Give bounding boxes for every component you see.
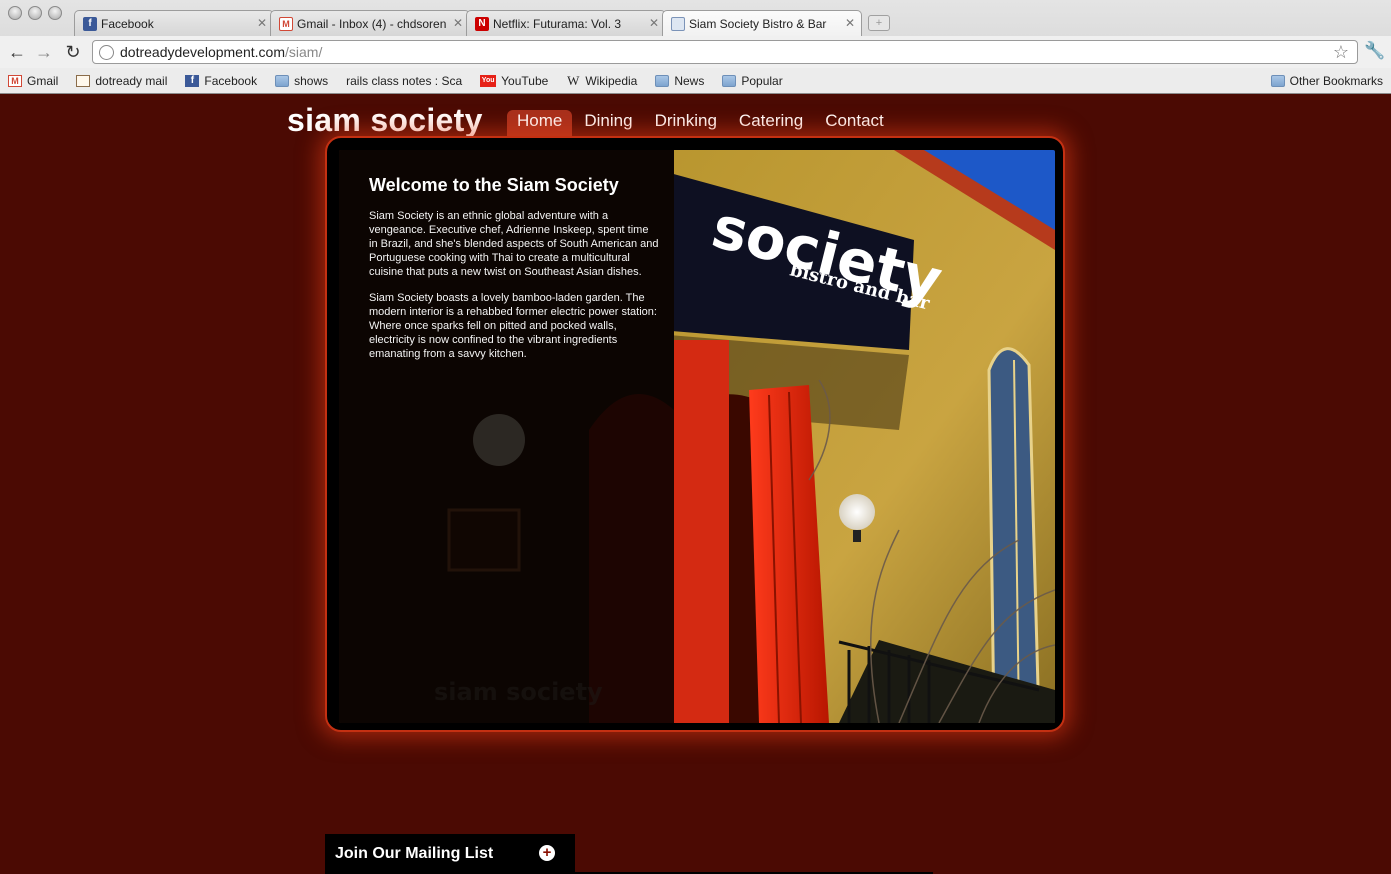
wikipedia-icon: W bbox=[567, 72, 580, 88]
tab-gmail[interactable]: M Gmail - Inbox (4) - chdsoren ✕ bbox=[270, 10, 470, 36]
browser-toolbar: ← → ↻ dotreadydevelopment.com/siam/ ☆ 🔧 bbox=[0, 36, 1391, 68]
hero-photo: society bistro and bar Welcome to the Si… bbox=[339, 150, 1055, 723]
tab-title: Facebook bbox=[101, 16, 154, 31]
tab-strip: f Facebook ✕ M Gmail - Inbox (4) - chdso… bbox=[74, 10, 890, 36]
main-nav: Home Dining Drinking Catering Contact bbox=[507, 110, 896, 136]
wrench-icon[interactable]: 🔧 bbox=[1364, 41, 1385, 61]
folder-icon bbox=[1270, 74, 1285, 87]
bookmark-label: Popular bbox=[741, 73, 783, 88]
browser-chrome: f Facebook ✕ M Gmail - Inbox (4) - chdso… bbox=[0, 0, 1391, 175]
forward-arrow-icon[interactable]: → bbox=[34, 42, 54, 62]
url-path: /siam/ bbox=[285, 44, 323, 60]
window-controls bbox=[8, 6, 62, 20]
nav-home[interactable]: Home bbox=[507, 110, 573, 136]
close-icon[interactable]: ✕ bbox=[649, 16, 659, 30]
welcome-paragraph-1: Siam Society is an ethnic global adventu… bbox=[369, 210, 659, 278]
reload-icon[interactable]: ↻ bbox=[63, 42, 83, 62]
tab-siam-society[interactable]: Siam Society Bistro & Bar ✕ bbox=[662, 10, 862, 36]
tab-facebook[interactable]: f Facebook ✕ bbox=[74, 10, 274, 36]
bookmark-label: Other Bookmarks bbox=[1289, 73, 1383, 88]
bookmark-news[interactable]: News bbox=[655, 74, 704, 88]
welcome-text-block: Welcome to the Siam Society Siam Society… bbox=[369, 175, 659, 373]
nav-drinking[interactable]: Drinking bbox=[645, 110, 727, 136]
close-icon[interactable]: ✕ bbox=[453, 16, 463, 30]
tab-title: Netflix: Futurama: Vol. 3 bbox=[493, 16, 622, 31]
close-icon[interactable]: ✕ bbox=[845, 16, 855, 30]
zoom-window-button[interactable] bbox=[48, 6, 62, 20]
bookmark-dotready-mail[interactable]: dotready mail bbox=[76, 74, 167, 88]
folder-icon bbox=[655, 74, 670, 87]
bookmark-label: YouTube bbox=[501, 73, 549, 88]
new-tab-button[interactable]: + bbox=[868, 15, 890, 31]
minimize-window-button[interactable] bbox=[28, 6, 42, 20]
url-host: dotreadydevelopment.com bbox=[120, 44, 285, 60]
gmail-icon: M bbox=[8, 74, 22, 87]
hero-frame: society bistro and bar Welcome to the Si… bbox=[325, 136, 1065, 732]
page-content: siam society Home Dining Drinking Cateri… bbox=[0, 94, 1391, 874]
tab-title: Siam Society Bistro & Bar bbox=[689, 16, 827, 31]
close-window-button[interactable] bbox=[8, 6, 22, 20]
bookmarks-bar: M Gmail dotready mail f Facebook shows r… bbox=[0, 68, 1391, 175]
bookmark-rails-class-notes[interactable]: rails class notes : Sca bbox=[0, 73, 463, 175]
welcome-overlay: Welcome to the Siam Society Siam Society… bbox=[339, 150, 674, 723]
nav-dining[interactable]: Dining bbox=[574, 110, 642, 136]
gmail-icon: M bbox=[279, 16, 293, 31]
nav-catering[interactable]: Catering bbox=[729, 110, 813, 136]
tab-title: Gmail - Inbox (4) - chdsoren bbox=[297, 16, 447, 31]
netflix-icon: N bbox=[475, 16, 489, 31]
bookmark-popular[interactable]: Popular bbox=[722, 73, 783, 88]
bookmark-label: shows bbox=[294, 73, 329, 88]
youtube-icon: You bbox=[480, 74, 497, 87]
mailing-list-label: Join Our Mailing List bbox=[335, 845, 494, 862]
welcome-paragraph-2: Siam Society boasts a lovely bamboo-lade… bbox=[369, 292, 657, 360]
site-logo[interactable]: siam society bbox=[287, 102, 483, 139]
bookmark-label: dotready mail bbox=[95, 73, 168, 88]
mailing-list-button[interactable]: Join Our Mailing List + bbox=[325, 834, 575, 874]
facebook-icon: f bbox=[185, 74, 200, 87]
facebook-icon: f bbox=[83, 16, 97, 31]
back-arrow-icon[interactable]: ← bbox=[7, 42, 27, 62]
address-bar[interactable]: dotreadydevelopment.com/siam/ ☆ bbox=[92, 40, 1358, 64]
bookmark-shows[interactable]: shows bbox=[275, 74, 328, 88]
bookmark-other-bookmarks[interactable]: Other Bookmarks bbox=[1270, 73, 1383, 88]
bookmark-label: Wikipedia bbox=[585, 73, 638, 88]
close-icon[interactable]: ✕ bbox=[257, 16, 267, 30]
welcome-title: Welcome to the Siam Society bbox=[369, 175, 619, 195]
bookmark-label: Facebook bbox=[204, 73, 258, 88]
folder-icon bbox=[275, 74, 290, 87]
bookmark-wikipedia[interactable]: W Wikipedia bbox=[566, 72, 638, 88]
tab-netflix[interactable]: N Netflix: Futurama: Vol. 3 ✕ bbox=[466, 10, 666, 36]
bookmark-youtube[interactable]: You YouTube bbox=[480, 74, 548, 88]
plus-icon[interactable]: + bbox=[539, 845, 555, 861]
bookmark-facebook[interactable]: f Facebook bbox=[185, 74, 257, 88]
bookmark-label: Gmail bbox=[27, 73, 59, 88]
bookmark-label: News bbox=[674, 73, 705, 88]
bookmark-star-icon[interactable]: ☆ bbox=[1333, 42, 1349, 63]
globe-icon bbox=[99, 44, 114, 60]
bookmark-gmail[interactable]: M Gmail bbox=[8, 74, 58, 88]
bookmark-label: rails class notes : Sca bbox=[346, 73, 463, 88]
folder-icon bbox=[722, 74, 737, 87]
page-icon bbox=[671, 16, 685, 31]
nav-contact[interactable]: Contact bbox=[815, 110, 894, 136]
mail-icon bbox=[76, 74, 91, 87]
